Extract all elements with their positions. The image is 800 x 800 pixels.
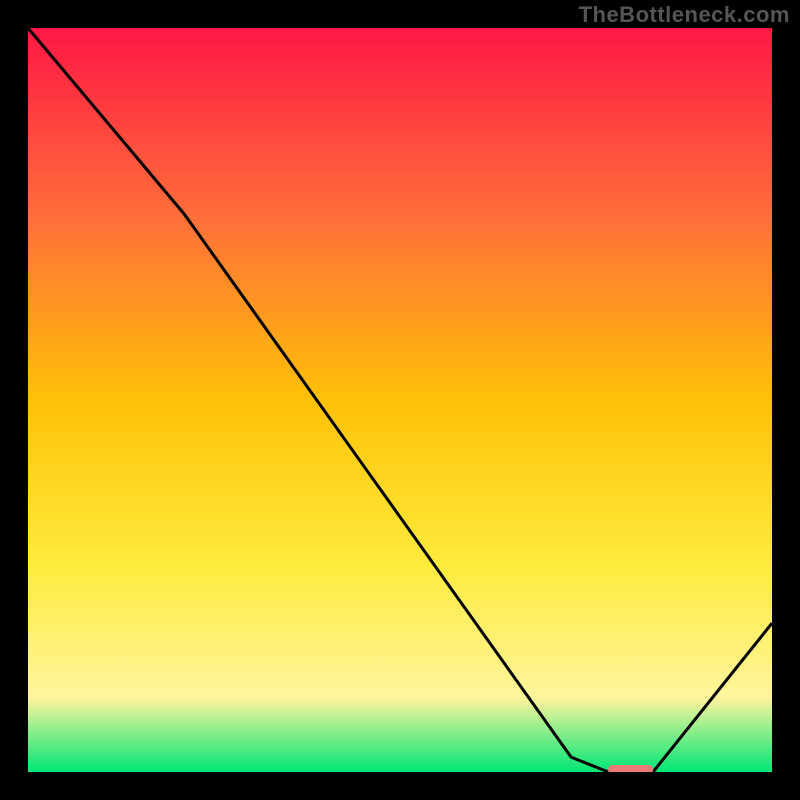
optimal-range-marker <box>608 765 653 772</box>
gradient-backdrop <box>28 28 772 772</box>
chart-plot-area <box>28 28 772 772</box>
chart-svg <box>28 28 772 772</box>
watermark-text: TheBottleneck.com <box>579 2 790 28</box>
